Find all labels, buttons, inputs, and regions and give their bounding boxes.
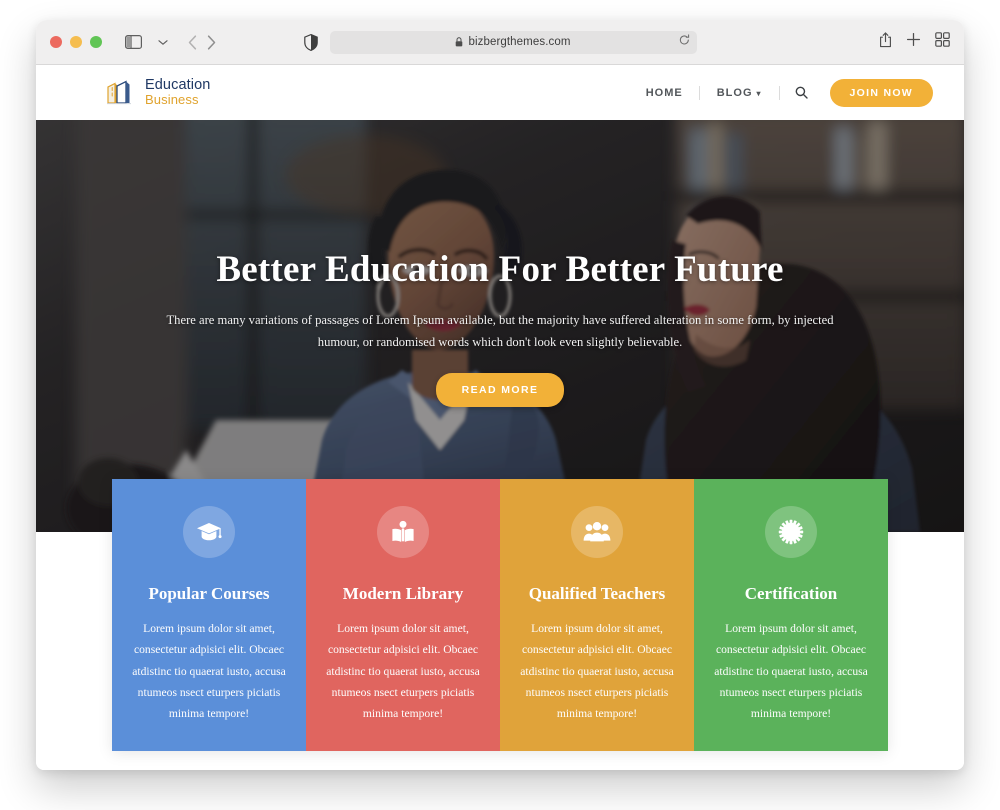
zoom-window-button[interactable] <box>90 36 102 48</box>
feature-card-title: Modern Library <box>342 584 464 603</box>
feature-card-title: Popular Courses <box>148 584 270 603</box>
chevron-down-icon: ▾ <box>756 88 762 98</box>
feature-card-title: Qualified Teachers <box>528 584 666 603</box>
graduation-cap-icon <box>183 506 235 558</box>
nav-item-home[interactable]: HOME <box>629 87 700 99</box>
building-book-logo-icon <box>104 77 136 109</box>
toolbar-right-group <box>879 31 950 53</box>
logo-primary-text: Education <box>145 76 211 93</box>
search-icon[interactable] <box>779 86 824 99</box>
nav-item-blog-label: BLOG <box>716 86 753 99</box>
feature-card-text: Lorem ipsum dolor sit amet, consectetur … <box>714 622 868 721</box>
hero-content: Better Education For Better Future There… <box>36 120 964 408</box>
address-bar[interactable]: bizbergthemes.com <box>329 30 697 54</box>
site-header: Education Business HOME BLOG ▾ JOIN NOW <box>36 65 964 120</box>
feature-card-text: Lorem ipsum dolor sit amet, consectetur … <box>132 622 286 721</box>
users-group-icon <box>571 506 623 558</box>
site-navigation: HOME BLOG ▾ JOIN NOW <box>629 78 933 107</box>
share-icon[interactable] <box>879 31 892 53</box>
feature-card-text: Lorem ipsum dolor sit amet, consectetur … <box>520 622 674 721</box>
open-book-reader-icon <box>377 506 429 558</box>
site-logo[interactable]: Education Business <box>104 77 210 109</box>
sidebar-chevron-down-icon[interactable] <box>150 30 176 54</box>
nav-item-blog[interactable]: BLOG ▾ <box>700 87 779 99</box>
hero-subtitle: There are many variations of passages of… <box>166 313 834 350</box>
feature-card-popular-courses[interactable]: Popular Courses Lorem ipsum dolor sit am… <box>112 479 306 751</box>
feature-card-certification[interactable]: Certification Lorem ipsum dolor sit amet… <box>694 479 888 751</box>
sidebar-toggle-icon[interactable] <box>120 30 146 54</box>
plus-icon[interactable] <box>906 32 921 52</box>
minimize-window-button[interactable] <box>70 36 82 48</box>
feature-card-text: Lorem ipsum dolor sit amet, consectetur … <box>326 622 480 721</box>
feature-cards: Popular Courses Lorem ipsum dolor sit am… <box>112 479 888 751</box>
join-now-button[interactable]: JOIN NOW <box>829 78 933 107</box>
navigation-arrows <box>188 34 216 50</box>
hero-section: Better Education For Better Future There… <box>36 120 964 532</box>
read-more-button[interactable]: READ MORE <box>435 373 565 408</box>
browser-toolbar: bizbergthemes.com <box>36 20 964 65</box>
sidebar-controls <box>120 30 176 54</box>
logo-secondary-text: Business <box>145 92 199 108</box>
nav-item-home-label: HOME <box>645 86 683 99</box>
privacy-shield-icon[interactable] <box>303 33 318 51</box>
feature-card-title: Certification <box>744 584 838 603</box>
back-arrow-icon[interactable] <box>188 34 197 50</box>
reload-icon[interactable] <box>679 33 690 51</box>
feature-card-modern-library[interactable]: Modern Library Lorem ipsum dolor sit ame… <box>306 479 500 751</box>
window-traffic-lights <box>50 36 102 48</box>
certificate-seal-icon <box>765 506 817 558</box>
hero-title: Better Education For Better Future <box>216 249 784 290</box>
forward-arrow-icon[interactable] <box>207 34 216 50</box>
address-bar-url: bizbergthemes.com <box>468 36 571 48</box>
browser-window: bizbergthemes.com Education Business HOM… <box>36 20 964 770</box>
close-window-button[interactable] <box>50 36 62 48</box>
lock-icon <box>455 37 463 47</box>
tab-overview-icon[interactable] <box>935 32 950 52</box>
feature-card-qualified-teachers[interactable]: Qualified Teachers Lorem ipsum dolor sit… <box>500 479 694 751</box>
